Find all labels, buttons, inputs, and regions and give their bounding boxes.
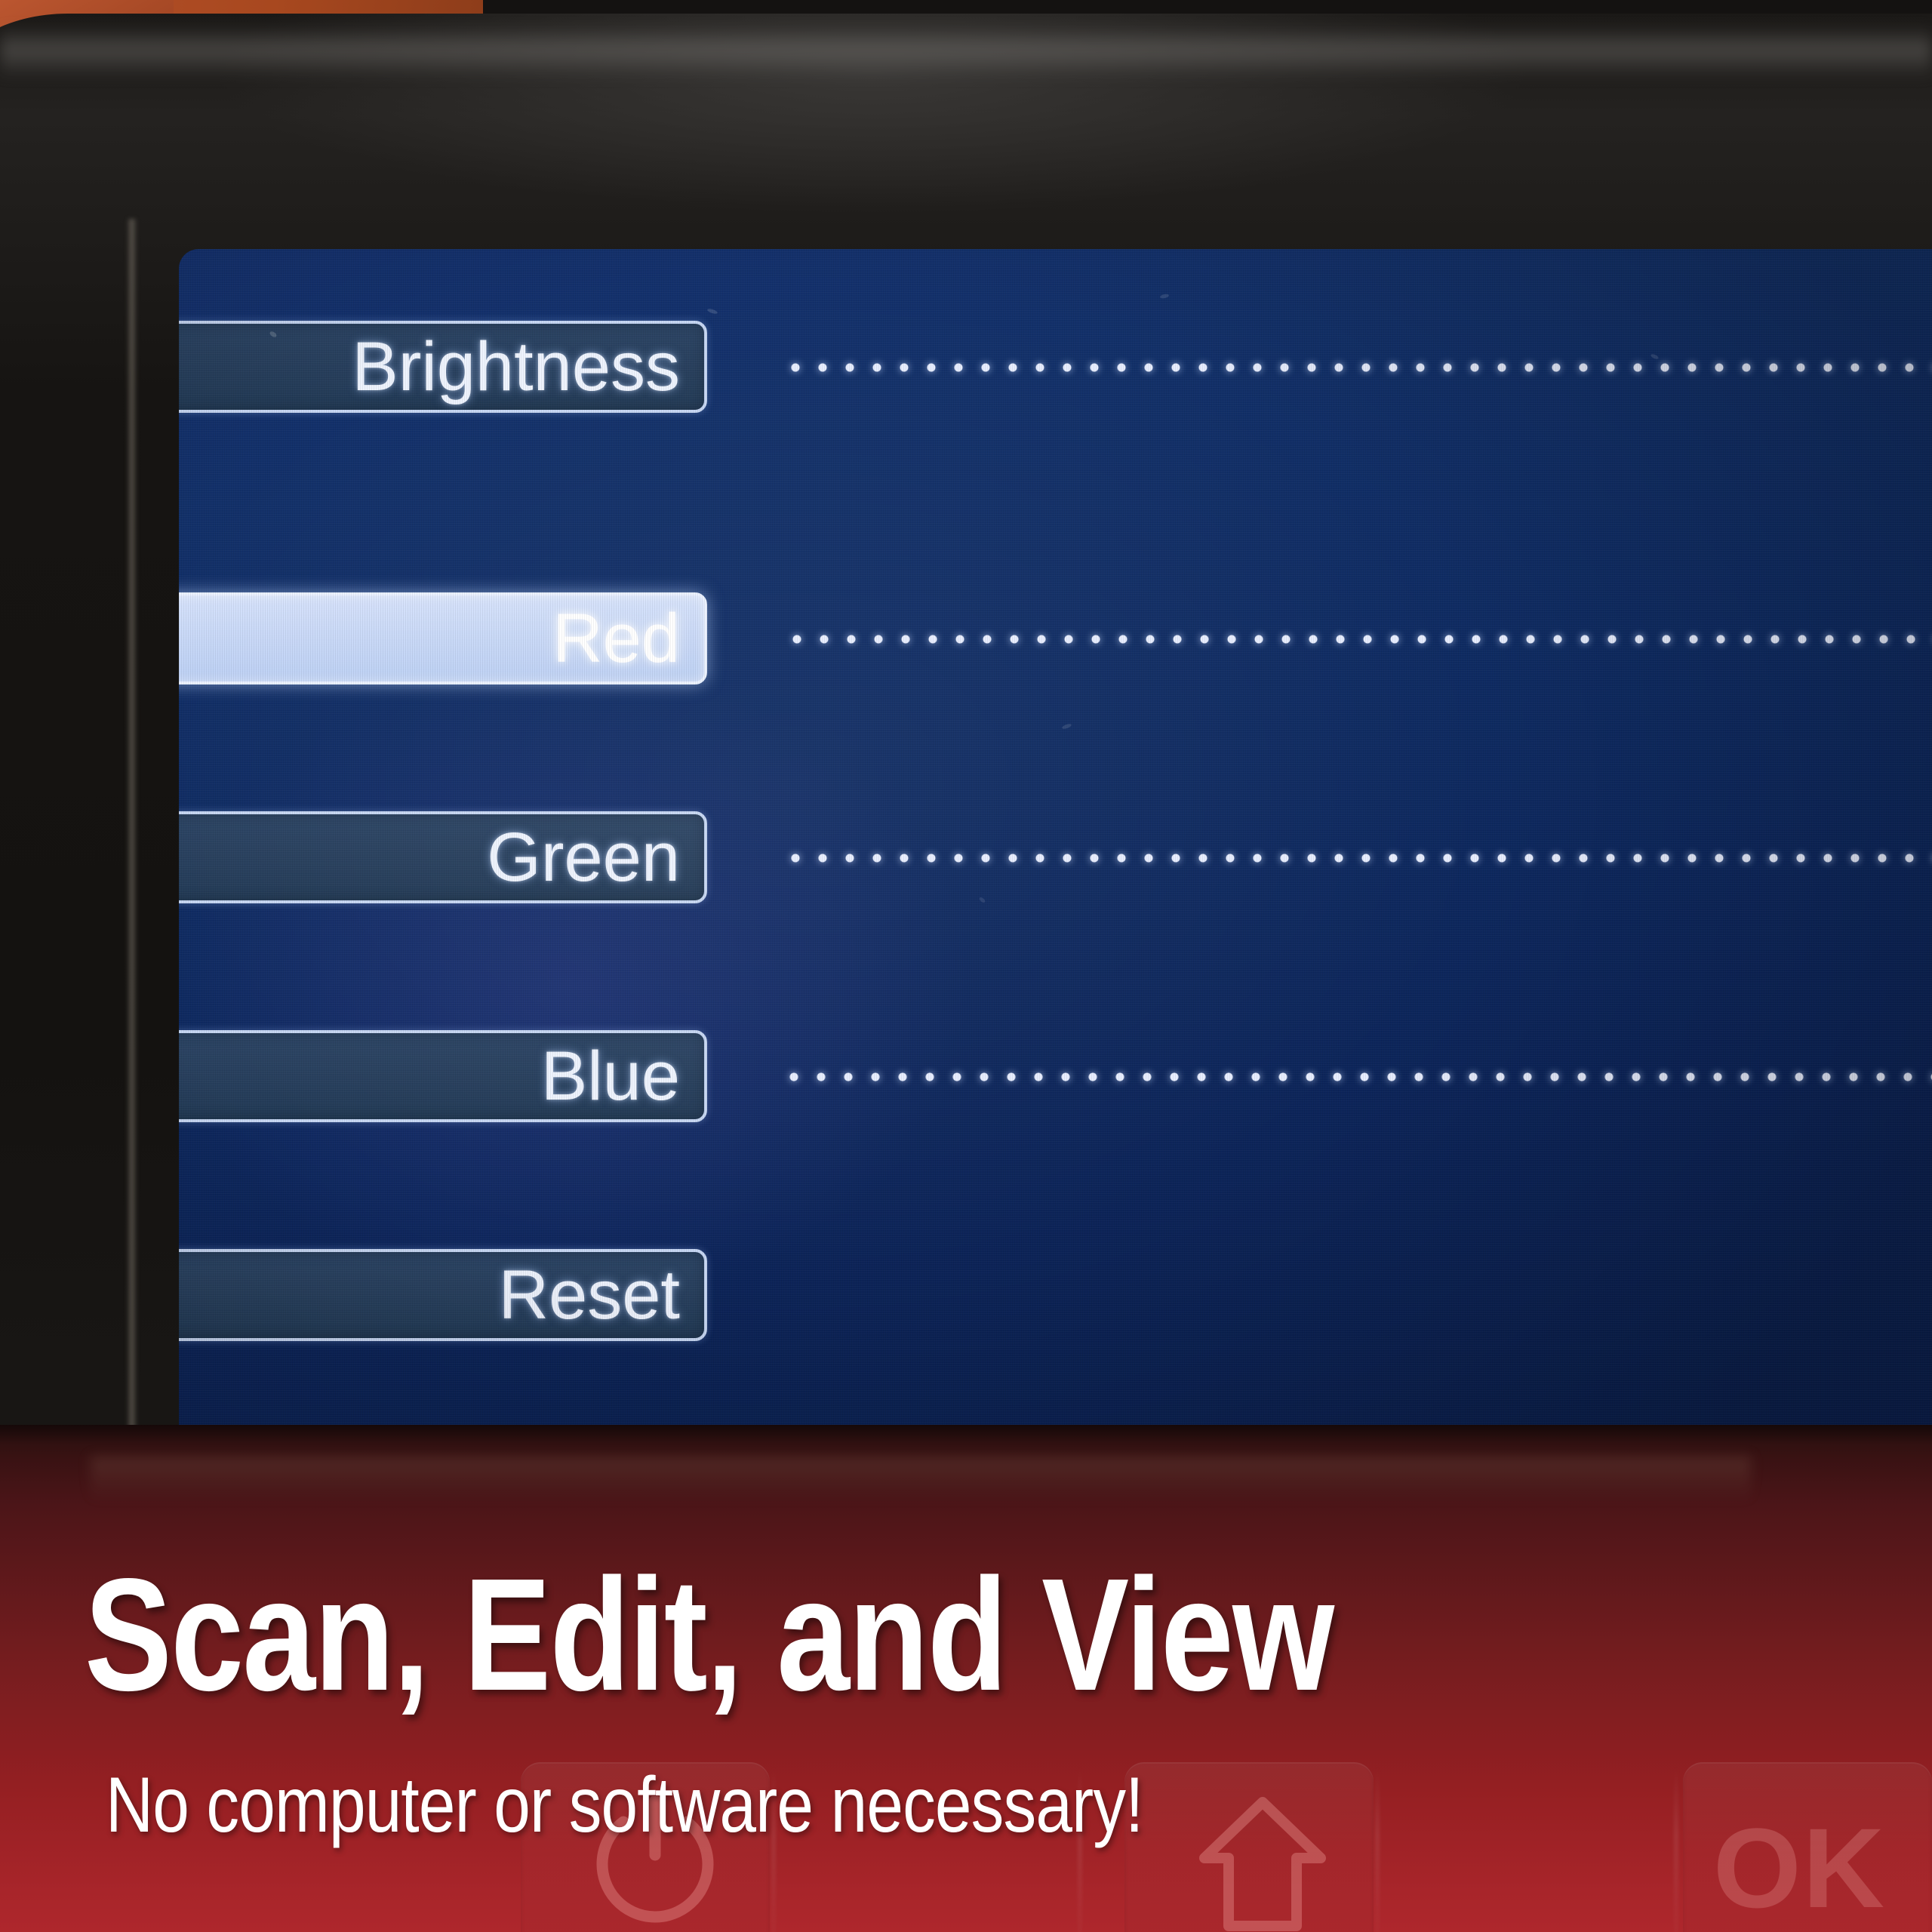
home-icon bbox=[1198, 1796, 1327, 1932]
lcd-screen: Brightness Red Green Blue Reset bbox=[179, 249, 1932, 1438]
value-line-green bbox=[790, 853, 1932, 863]
marketing-headline: Scan, Edit, and View bbox=[85, 1545, 1334, 1724]
menu-item-green[interactable]: Green bbox=[179, 811, 707, 903]
button-separator bbox=[1375, 1766, 1380, 1932]
menu-item-label: Reset bbox=[498, 1257, 680, 1334]
value-line-brightness bbox=[790, 362, 1932, 373]
value-line-blue bbox=[789, 1072, 1932, 1082]
screen-speck bbox=[1061, 722, 1072, 731]
screen-speck bbox=[1159, 293, 1170, 300]
product-photo: Brightness Red Green Blue Reset OK Scan,… bbox=[0, 0, 1932, 1932]
ok-button-label: OK bbox=[1713, 1804, 1886, 1931]
menu-item-reset[interactable]: Reset bbox=[179, 1249, 707, 1341]
screen-speck bbox=[978, 896, 986, 904]
menu-item-brightness[interactable]: Brightness bbox=[179, 321, 707, 413]
menu-item-blue[interactable]: Blue bbox=[179, 1030, 707, 1122]
bezel-left-highlight bbox=[127, 219, 137, 1457]
button-separator bbox=[1674, 1766, 1678, 1932]
bezel-highlight bbox=[0, 26, 1932, 78]
screen-speck bbox=[706, 307, 718, 315]
menu-item-label: Red bbox=[552, 600, 680, 677]
value-line-red bbox=[792, 634, 1932, 645]
screen-speck bbox=[1650, 352, 1660, 361]
menu-item-label: Green bbox=[487, 819, 680, 896]
menu-item-label: Brightness bbox=[352, 328, 680, 405]
control-panel-top-edge bbox=[0, 1425, 1932, 1457]
menu-item-red[interactable]: Red bbox=[179, 592, 707, 685]
marketing-subhead: No computer or software necessary! bbox=[106, 1761, 1143, 1849]
control-panel-glow bbox=[91, 1457, 1751, 1502]
menu-item-label: Blue bbox=[540, 1038, 680, 1115]
